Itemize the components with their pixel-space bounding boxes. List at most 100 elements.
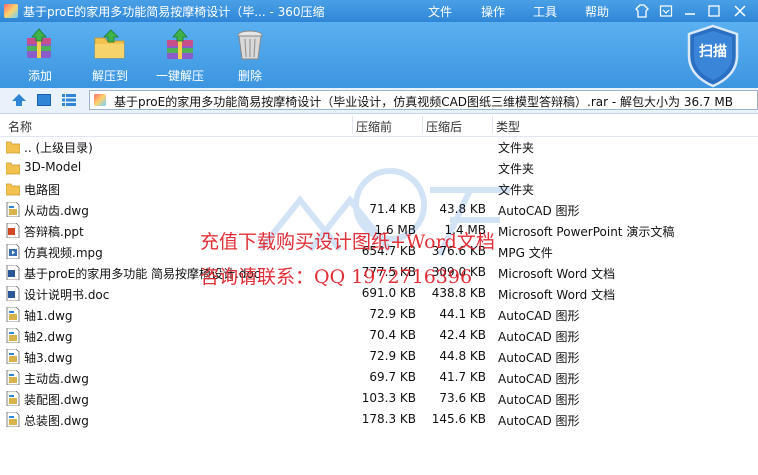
- one-click-extract-icon: [167, 28, 193, 59]
- list-item[interactable]: 装配图.dwg 103.3 KB 73.6 KB AutoCAD 图形: [0, 388, 758, 409]
- file-packed-size: 41.7 KB: [439, 370, 486, 384]
- thumbnail-view-icon[interactable]: [37, 94, 51, 106]
- column-divider[interactable]: [492, 116, 493, 134]
- file-name: 装配图.dwg: [24, 393, 89, 407]
- dwg-file-icon: [6, 307, 20, 322]
- add-label: 添加: [27, 69, 52, 83]
- app-icon: [4, 4, 18, 18]
- menu-help[interactable]: 帮助: [585, 3, 609, 20]
- doc-file-icon: [6, 265, 20, 280]
- window-title: 基于proE的家用多功能简易按摩椅设计（毕... - 360压缩: [23, 5, 325, 19]
- file-size: 178.3 KB: [361, 412, 416, 426]
- file-packed-size: 145.6 KB: [431, 412, 486, 426]
- watermark-line-1: 充值下载购买设计图纸+Word文档: [200, 231, 495, 253]
- file-size: 72.9 KB: [369, 349, 416, 363]
- file-list: .. (上级目录) 文件夹 3D-Model 文件夹 电路图 文件夹 从动齿.d…: [0, 136, 758, 475]
- list-item[interactable]: 电路图 文件夹: [0, 178, 758, 199]
- file-name: 答辩稿.ppt: [24, 225, 84, 239]
- folder-icon: [6, 141, 20, 154]
- folder-icon: [6, 183, 20, 196]
- watermark-line-2: 咨询请联系：QQ 1972716396: [200, 266, 473, 288]
- toolbar: 添加 解压到 一键解压 删除 扫描: [0, 22, 758, 88]
- dwg-file-icon: [6, 370, 20, 385]
- add-archive-icon: [27, 28, 51, 58]
- dwg-file-icon: [6, 391, 20, 406]
- file-type: AutoCAD 图形: [498, 351, 580, 365]
- doc-file-icon: [6, 286, 20, 301]
- file-size: 71.4 KB: [369, 202, 416, 216]
- file-type: MPG 文件: [498, 246, 553, 260]
- menu-dropdown-icon[interactable]: [656, 2, 676, 19]
- file-type: AutoCAD 图形: [498, 204, 580, 218]
- address-row: 基于proE的家用多功能简易按摩椅设计（毕业设计，仿真视频CAD图纸三维模型答辩…: [0, 88, 758, 114]
- file-name: 从动齿.dwg: [24, 204, 89, 218]
- delete-label: 删除: [237, 69, 262, 83]
- archive-path: 基于proE的家用多功能简易按摩椅设计（毕业设计，仿真视频CAD图纸三维模型答辩…: [114, 95, 733, 109]
- column-type[interactable]: 类型: [496, 118, 520, 135]
- file-name: 轴3.dwg: [24, 351, 73, 365]
- extract-to-button[interactable]: 解压到: [80, 26, 140, 84]
- menu-file[interactable]: 文件: [428, 3, 452, 20]
- file-type: Microsoft PowerPoint 演示文稿: [498, 225, 675, 239]
- file-name: 主动齿.dwg: [24, 372, 89, 386]
- column-divider[interactable]: [352, 116, 353, 134]
- file-type: Microsoft Word 文档: [498, 267, 616, 281]
- file-name: 轴1.dwg: [24, 309, 73, 323]
- dwg-file-icon: [6, 202, 20, 217]
- file-name: 3D-Model: [24, 160, 82, 174]
- list-item[interactable]: 轴2.dwg 70.4 KB 42.4 KB AutoCAD 图形: [0, 325, 758, 346]
- file-type: 文件夹: [498, 183, 535, 197]
- add-button[interactable]: 添加: [10, 26, 70, 84]
- menu-tools[interactable]: 工具: [533, 3, 557, 20]
- list-item[interactable]: .. (上级目录) 文件夹: [0, 136, 758, 157]
- file-type: AutoCAD 图形: [498, 414, 580, 428]
- file-size: 70.4 KB: [369, 328, 416, 342]
- file-name: 仿真视频.mpg: [24, 246, 103, 260]
- column-size[interactable]: 压缩前: [356, 118, 392, 135]
- extract-to-label: 解压到: [91, 69, 128, 83]
- column-divider[interactable]: [422, 116, 423, 134]
- file-packed-size: 73.6 KB: [439, 391, 486, 405]
- file-name: 轴2.dwg: [24, 330, 73, 344]
- one-click-extract-button[interactable]: 一键解压: [150, 26, 210, 84]
- scan-button[interactable]: 扫描: [683, 22, 743, 88]
- dwg-file-icon: [6, 349, 20, 364]
- title-bar: 基于proE的家用多功能简易按摩椅设计（毕... - 360压缩 文件 操作 工…: [0, 0, 758, 22]
- file-type: 文件夹: [498, 141, 535, 155]
- menu-action[interactable]: 操作: [481, 3, 505, 20]
- up-arrow-icon[interactable]: [12, 94, 26, 106]
- archive-icon: [94, 94, 106, 106]
- column-packed[interactable]: 压缩后: [426, 118, 462, 135]
- close-button[interactable]: [730, 2, 750, 19]
- file-packed-size: 43.8 KB: [439, 202, 486, 216]
- list-view-icon[interactable]: [62, 94, 76, 106]
- file-type: 文件夹: [498, 162, 535, 176]
- file-type: AutoCAD 图形: [498, 330, 580, 344]
- column-header: 名称 压缩前 压缩后 类型: [0, 114, 758, 137]
- trash-icon: [237, 30, 263, 60]
- minimize-button[interactable]: [680, 2, 700, 19]
- column-name[interactable]: 名称: [8, 118, 32, 135]
- skin-icon[interactable]: [632, 2, 652, 19]
- file-type: Microsoft Word 文档: [498, 288, 616, 302]
- folder-icon: [6, 162, 20, 175]
- ppt-file-icon: [6, 223, 20, 238]
- file-packed-size: 42.4 KB: [439, 328, 486, 342]
- delete-button[interactable]: 删除: [220, 26, 280, 84]
- one-click-extract-label: 一键解压: [155, 69, 204, 83]
- dwg-file-icon: [6, 328, 20, 343]
- file-packed-size: 44.8 KB: [439, 349, 486, 363]
- list-item[interactable]: 主动齿.dwg 69.7 KB 41.7 KB AutoCAD 图形: [0, 367, 758, 388]
- video-file-icon: [6, 244, 20, 259]
- list-item[interactable]: 总装图.dwg 178.3 KB 145.6 KB AutoCAD 图形: [0, 409, 758, 430]
- dwg-file-icon: [6, 412, 20, 427]
- list-item[interactable]: 轴1.dwg 72.9 KB 44.1 KB AutoCAD 图形: [0, 304, 758, 325]
- file-name: 设计说明书.doc: [24, 288, 110, 302]
- scan-label: 扫描: [699, 44, 727, 60]
- address-field[interactable]: 基于proE的家用多功能简易按摩椅设计（毕业设计，仿真视频CAD图纸三维模型答辩…: [89, 90, 758, 110]
- list-item[interactable]: 从动齿.dwg 71.4 KB 43.8 KB AutoCAD 图形: [0, 199, 758, 220]
- maximize-button[interactable]: [704, 2, 724, 19]
- list-item[interactable]: 3D-Model 文件夹: [0, 157, 758, 178]
- list-item[interactable]: 轴3.dwg 72.9 KB 44.8 KB AutoCAD 图形: [0, 346, 758, 367]
- file-type: AutoCAD 图形: [498, 393, 580, 407]
